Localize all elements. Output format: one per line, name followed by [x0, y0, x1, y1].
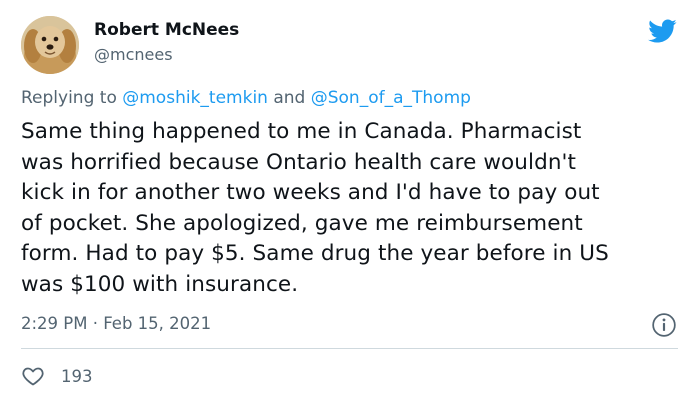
tweet-timestamp[interactable]: 2:29 PM · Feb 15, 2021 [21, 314, 211, 333]
info-icon[interactable] [651, 312, 677, 338]
author-handle[interactable]: @mcnees [94, 45, 173, 64]
twitter-bird-icon[interactable] [645, 16, 679, 46]
replying-to-joiner: and [267, 88, 311, 108]
heart-icon [22, 367, 44, 386]
tweet-text: Same thing happened to me in Canada. Pha… [21, 119, 609, 297]
tweet-card: Robert McNees @mcnees Replying to @moshi… [0, 0, 700, 402]
avatar[interactable] [21, 16, 79, 74]
dog-avatar-icon [21, 16, 79, 74]
divider [21, 348, 678, 349]
mention-link-son-of-a-thomp[interactable]: @Son_of_a_Thomp [311, 88, 471, 108]
like-button[interactable]: 193 [21, 364, 93, 388]
author-display-name[interactable]: Robert McNees [94, 20, 239, 40]
replying-to: Replying to @moshik_temkin and @Son_of_a… [21, 88, 471, 108]
mention-link-moshik-temkin[interactable]: @moshik_temkin [122, 88, 268, 108]
replying-to-prefix: Replying to [21, 88, 123, 108]
like-count: 193 [61, 366, 93, 386]
